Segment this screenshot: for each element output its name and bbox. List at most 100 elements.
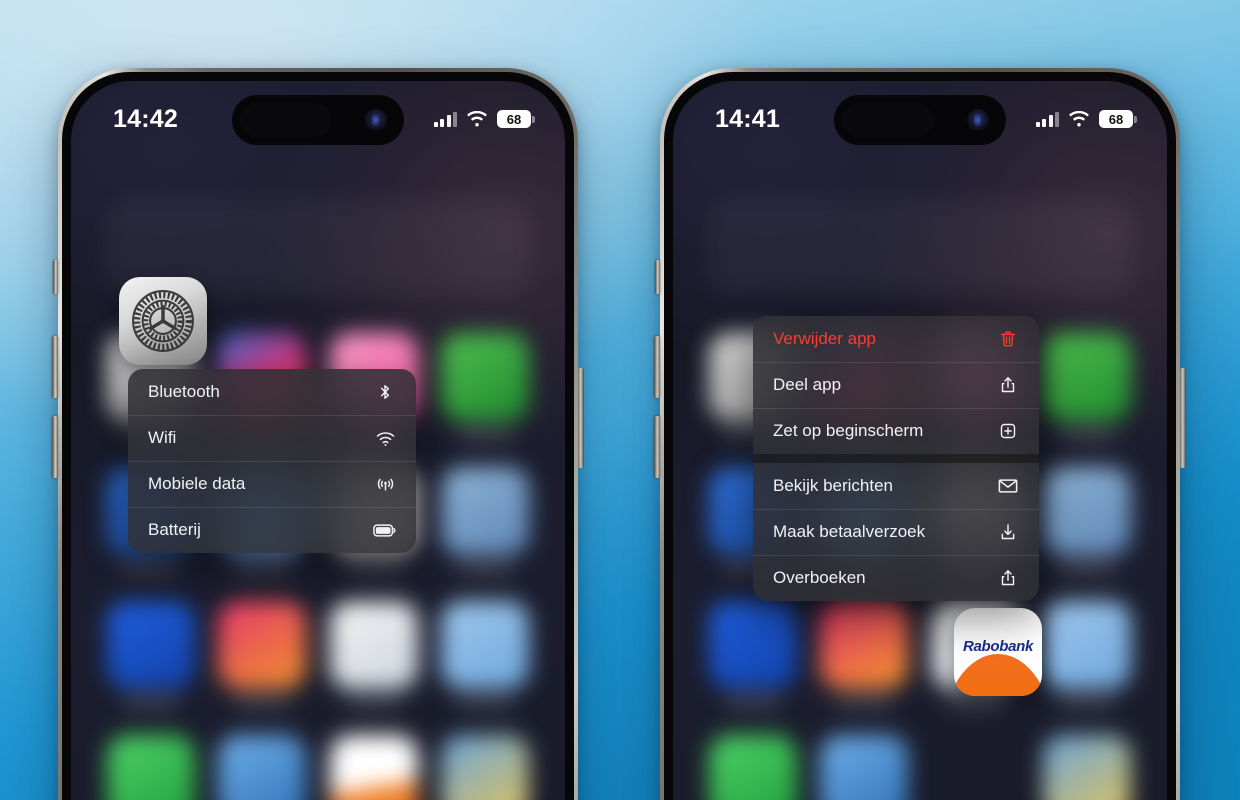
volume-up-button-right[interactable]	[654, 336, 660, 398]
battery-percentage: 68	[1108, 111, 1124, 127]
blurred-app-icon	[1043, 333, 1132, 421]
menu-item-battery[interactable]: Batterij	[128, 507, 416, 553]
home-app-cell	[105, 735, 197, 800]
menu-item-transfer[interactable]: Overboeken	[753, 555, 1039, 601]
blurred-app-icon	[1043, 601, 1132, 689]
menu-item-create-payment-request[interactable]: Maak betaalverzoek	[753, 509, 1039, 555]
silent-switch-left[interactable]	[53, 260, 58, 294]
home-app-cell	[707, 601, 799, 729]
app-label-ghost	[836, 697, 893, 707]
menu-item-share-app[interactable]: Deel app	[753, 362, 1039, 408]
cellular-data-icon	[373, 472, 397, 496]
home-app-cell	[819, 601, 911, 729]
app-label-ghost	[122, 697, 179, 707]
volume-up-button-left[interactable]	[52, 336, 58, 398]
blurred-app-icon	[820, 601, 909, 689]
settings-gear-icon	[132, 290, 194, 352]
home-app-cell	[440, 467, 532, 595]
app-label-ghost	[345, 697, 402, 707]
blurred-app-icon	[106, 735, 195, 800]
phone-bezel-right: Rabobank Verwijder app Deel app Zet op b…	[664, 72, 1176, 800]
wifi-icon	[467, 110, 487, 126]
app-label-ghost	[345, 563, 402, 573]
power-button-right[interactable]	[1180, 368, 1186, 468]
blurred-app-icon	[708, 735, 797, 800]
bluetooth-icon	[373, 380, 397, 404]
blurred-app-icon	[329, 735, 418, 800]
home-app-cell	[217, 601, 309, 729]
trash-icon	[996, 327, 1020, 351]
menu-item-label: Mobiele data	[148, 474, 246, 493]
status-indicators: 68	[433, 110, 535, 128]
phone-bezel-left: Bluetooth Wifi Mobiele data Batterij 14:…	[62, 72, 574, 800]
menu-item-label: Zet op beginscherm	[773, 421, 924, 440]
download-icon	[996, 520, 1020, 544]
status-bar-right: 14:41 68	[673, 81, 1167, 143]
silent-switch-right[interactable]	[655, 260, 660, 294]
volume-down-button-left[interactable]	[52, 416, 58, 478]
rabobank-logo-text: Rabobank	[962, 637, 1034, 655]
home-app-cell	[930, 735, 1022, 800]
blurred-app-icon	[820, 735, 909, 800]
rabobank-app-icon[interactable]: Rabobank	[954, 608, 1042, 696]
widget-placeholder	[707, 199, 1133, 295]
menu-item-label: Deel app	[773, 375, 842, 394]
battery-icon: 68	[1099, 110, 1137, 128]
battery-percentage: 68	[506, 111, 522, 127]
app-label-ghost	[1059, 563, 1116, 573]
menu-item-label: Wifi	[148, 428, 177, 447]
menu-item-label: Maak betaalverzoek	[773, 522, 926, 541]
menu-item-view-messages[interactable]: Bekijk berichten	[753, 463, 1039, 509]
cellular-signal-icon	[1035, 111, 1059, 127]
app-label-ghost	[724, 697, 781, 707]
app-label-ghost	[1059, 429, 1116, 439]
menu-item-label: Verwijder app	[773, 329, 877, 348]
plus-box-icon	[996, 419, 1020, 443]
status-time: 14:42	[113, 104, 178, 133]
menu-group-divider	[753, 454, 1039, 463]
home-app-cell	[440, 735, 532, 800]
menu-item-delete-app[interactable]: Verwijder app	[753, 316, 1039, 362]
home-app-cell	[707, 735, 799, 800]
menu-item-label: Batterij	[148, 520, 201, 539]
home-app-cell	[1042, 601, 1134, 729]
screenshot-stage: Bluetooth Wifi Mobiele data Batterij 14:…	[0, 0, 1240, 800]
home-app-cell	[217, 735, 309, 800]
home-app-cell	[328, 735, 420, 800]
menu-item-bluetooth[interactable]: Bluetooth	[128, 369, 416, 415]
upload-icon	[996, 566, 1020, 590]
menu-item-mobile-data[interactable]: Mobiele data	[128, 461, 416, 507]
volume-down-button-right[interactable]	[654, 416, 660, 478]
app-label-ghost	[1059, 697, 1116, 707]
context-menu-left[interactable]: Bluetooth Wifi Mobiele data Batterij	[128, 369, 416, 553]
app-label-ghost	[457, 429, 514, 439]
blurred-app-icon	[441, 601, 530, 689]
blurred-app-icon	[708, 601, 797, 689]
blurred-app-icon	[441, 333, 530, 421]
app-label-ghost	[947, 697, 1004, 707]
blurred-app-icon-placeholder	[932, 735, 1020, 800]
menu-item-wifi[interactable]: Wifi	[128, 415, 416, 461]
app-label-ghost	[122, 563, 179, 573]
blurred-app-icon	[106, 601, 195, 689]
status-bar-left: 14:42 68	[71, 81, 565, 143]
battery-icon: 68	[497, 110, 535, 128]
blurred-app-icon	[1043, 467, 1132, 555]
home-app-cell	[819, 735, 911, 800]
menu-item-add-to-home-screen[interactable]: Zet op beginscherm	[753, 408, 1039, 454]
home-app-cell	[440, 601, 532, 729]
status-time: 14:41	[715, 104, 780, 133]
app-label-ghost	[234, 563, 291, 573]
home-app-cell	[1042, 467, 1134, 595]
context-menu-right[interactable]: Verwijder app Deel app Zet op beginscher…	[753, 316, 1039, 601]
app-label-ghost	[457, 697, 514, 707]
phone-screen-right: Rabobank Verwijder app Deel app Zet op b…	[673, 81, 1167, 800]
phone-device-right: Rabobank Verwijder app Deel app Zet op b…	[654, 68, 1186, 800]
home-app-cell	[328, 601, 420, 729]
wifi-icon	[373, 426, 397, 450]
settings-app-icon[interactable]	[119, 277, 207, 365]
blurred-app-icon	[1043, 735, 1132, 800]
power-button-left[interactable]	[578, 368, 584, 468]
menu-item-label: Overboeken	[773, 568, 866, 587]
blurred-app-icon	[441, 467, 530, 555]
